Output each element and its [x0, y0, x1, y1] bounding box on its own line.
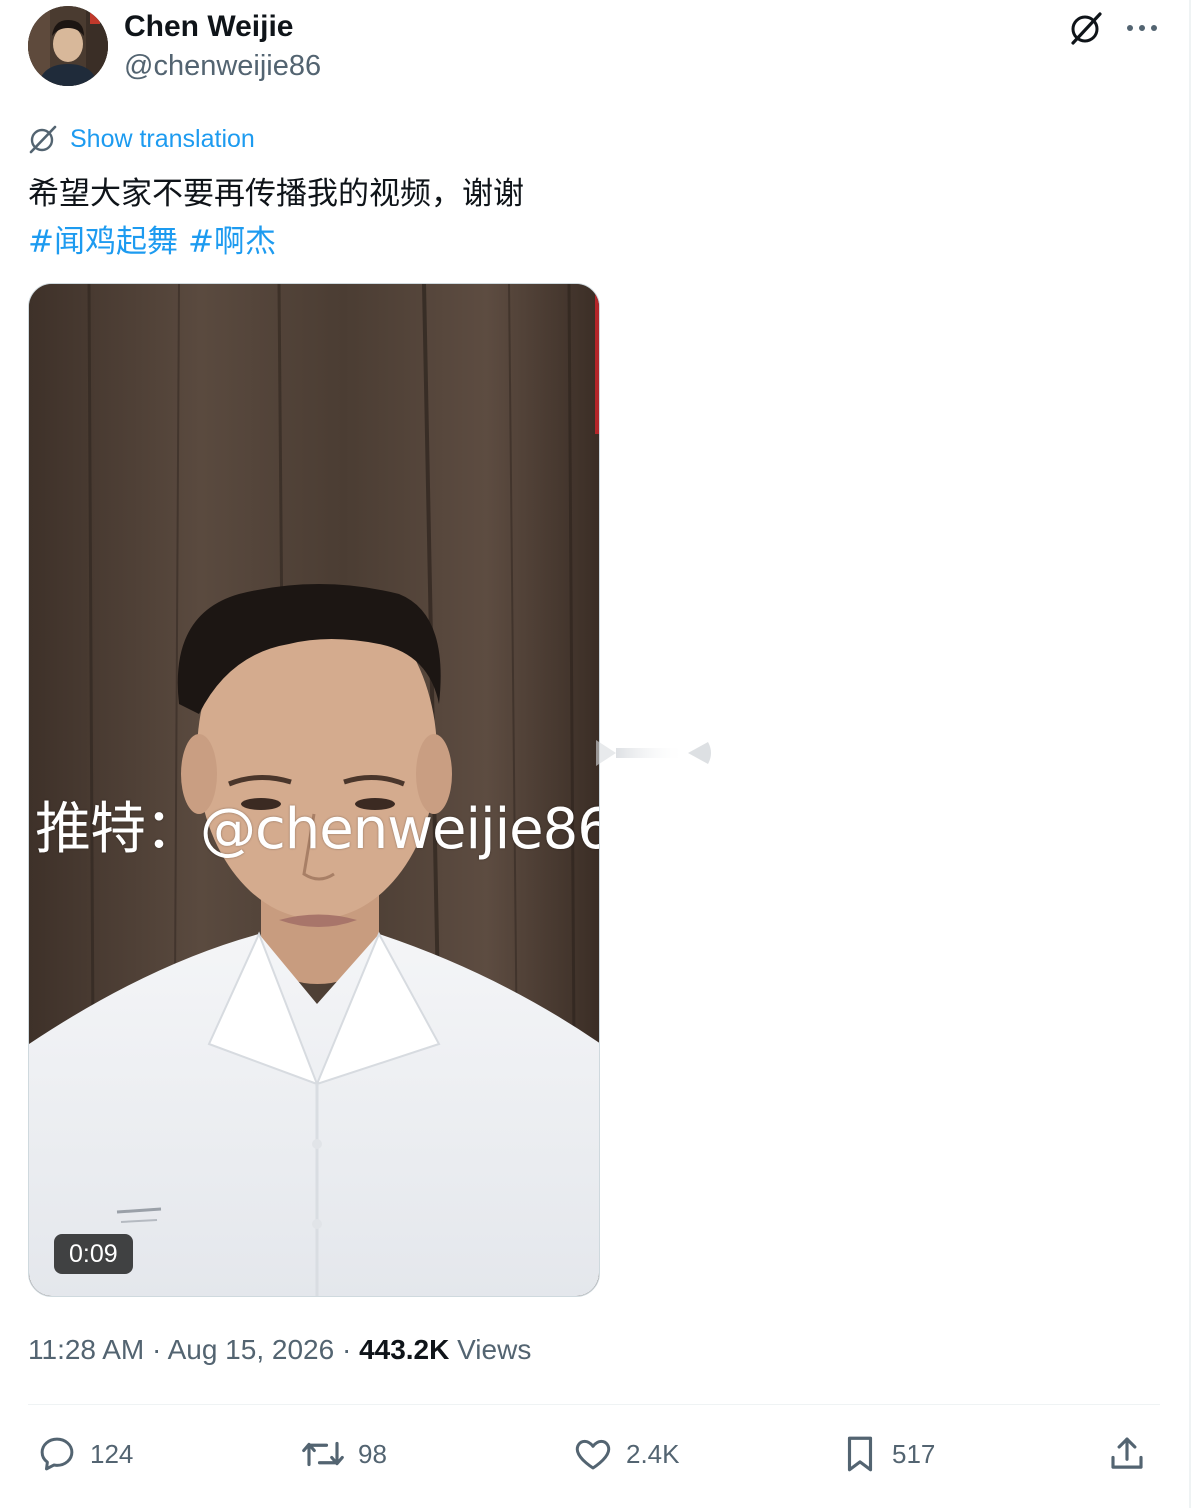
translate-icon: [29, 125, 57, 154]
hashtag-link[interactable]: #闻鸡起舞: [28, 224, 178, 260]
grok-button[interactable]: [1064, 6, 1108, 50]
reply-count: 124: [90, 1438, 134, 1469]
tweet-time[interactable]: 11:28 AM: [28, 1334, 144, 1365]
show-translation-label: Show translation: [70, 124, 255, 153]
more-options-button[interactable]: [1120, 6, 1164, 50]
column-border: [1189, 0, 1191, 1508]
avatar[interactable]: [28, 6, 108, 86]
grok-icon: [1071, 12, 1102, 45]
reply-icon: [40, 1437, 74, 1471]
share-button[interactable]: [1106, 1430, 1148, 1478]
meta-separator: ·: [341, 1334, 352, 1365]
more-icon: [1127, 25, 1157, 31]
bookmark-count: 517: [892, 1438, 936, 1469]
repost-count: 98: [358, 1438, 387, 1469]
video-watermark-text: 推特：@chenweijie86: [35, 797, 600, 862]
hashtags: #闻鸡起舞 #啊杰: [28, 216, 286, 261]
bookmark-button[interactable]: 517: [840, 1430, 935, 1478]
video-player[interactable]: 推特：@chenweijie86 0:09: [28, 283, 600, 1297]
repost-button[interactable]: 98: [300, 1430, 387, 1478]
show-translation-link[interactable]: Show translation: [28, 122, 255, 156]
user-handle[interactable]: @chenweijie86: [124, 50, 321, 83]
ghost-arrow-artifact: [596, 740, 711, 766]
heart-icon: [575, 1439, 611, 1470]
tweet-date[interactable]: Aug 15, 2026: [168, 1334, 335, 1365]
repost-icon: [302, 1441, 344, 1467]
bookmark-icon: [847, 1436, 873, 1472]
views-label: Views: [457, 1334, 532, 1365]
tweet-header: Chen Weijie @chenweijie86: [28, 6, 1168, 88]
divider: [28, 1404, 1160, 1405]
meta-separator: ·: [152, 1334, 162, 1365]
hashtag-link[interactable]: #啊杰: [188, 224, 276, 260]
display-name[interactable]: Chen Weijie: [124, 10, 293, 44]
tweet-meta: 11:28 AM · Aug 15, 2026 · 443.2K Views: [28, 1334, 531, 1366]
share-icon: [1111, 1437, 1143, 1469]
like-count: 2.4K: [626, 1438, 680, 1469]
reply-button[interactable]: 124: [36, 1430, 133, 1478]
views-count: 443.2K: [359, 1334, 450, 1365]
video-duration-badge: 0:09: [54, 1234, 133, 1274]
like-button[interactable]: 2.4K: [572, 1430, 680, 1478]
tweet-text: 希望大家不要再传播我的视频，谢谢: [28, 176, 524, 212]
